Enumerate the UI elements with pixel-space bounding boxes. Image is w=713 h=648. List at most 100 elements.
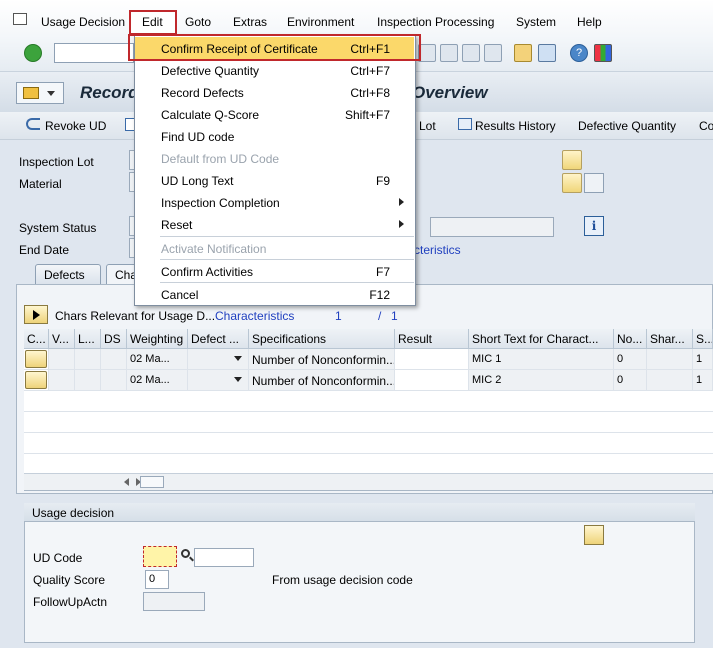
col-header-no[interactable]: No... [614, 329, 647, 349]
menu-item-record-defects[interactable]: Record Defects Ctrl+F8 [135, 81, 414, 103]
enter-check-icon[interactable] [24, 44, 42, 62]
cell-shar [647, 370, 693, 391]
cell-result[interactable] [395, 370, 469, 391]
edit-long-text-icon[interactable] [584, 525, 604, 545]
cell-short-text: MIC 1 [469, 349, 614, 370]
submenu-arrow-icon [399, 220, 404, 228]
menu-usage-decision[interactable]: Usage Decision [41, 15, 125, 29]
cell-ds [101, 370, 127, 391]
scroll-thumb[interactable] [140, 476, 164, 488]
system-status-label: System Status [19, 221, 97, 235]
cell-defect[interactable] [188, 349, 249, 370]
cell-l [75, 370, 101, 391]
ud-code-description-field[interactable] [194, 548, 254, 567]
quality-score-label: Quality Score [33, 573, 106, 587]
menu-item-find-ud-code[interactable]: Find UD code [135, 125, 414, 147]
customize-layout-icon[interactable] [594, 44, 612, 62]
material-label: Material [19, 177, 62, 191]
row-detail-icon[interactable] [25, 350, 47, 368]
menu-edit[interactable]: Edit [142, 15, 163, 29]
display-material-icon[interactable] [562, 173, 582, 193]
info-icon[interactable]: i [584, 216, 604, 236]
col-header-c[interactable]: C... [24, 329, 49, 349]
quality-score-value: 0 [149, 573, 156, 585]
system-menu-icon[interactable] [13, 13, 27, 25]
menu-item-ud-long-text[interactable]: UD Long Text F9 [135, 169, 414, 191]
menu-item-defective-quantity[interactable]: Defective Quantity Ctrl+F7 [135, 59, 414, 81]
expand-chars-button[interactable] [24, 305, 48, 324]
menu-extras[interactable]: Extras [233, 15, 267, 29]
create-session-icon[interactable] [514, 44, 532, 62]
cell-defect[interactable] [188, 370, 249, 391]
menu-item-shortcut: Ctrl+F8 [350, 86, 390, 100]
ud-code-field[interactable] [143, 546, 177, 567]
menu-inspection-processing[interactable]: Inspection Processing [377, 15, 494, 29]
col-header-weighting[interactable]: Weighting [127, 329, 188, 349]
table-hscrollbar[interactable] [24, 473, 713, 490]
menu-item-label: Defective Quantity [161, 64, 260, 78]
menu-environment[interactable]: Environment [287, 15, 354, 29]
menu-item-calculate-q-score[interactable]: Calculate Q-Score Shift+F7 [135, 103, 414, 125]
menu-item-label: Find UD code [161, 130, 235, 144]
last-page-icon[interactable] [484, 44, 502, 62]
menu-help[interactable]: Help [577, 15, 602, 29]
characteristics-link[interactable]: cteristics [414, 243, 461, 257]
page-title-left: Record [80, 83, 139, 102]
table-empty-rows [24, 391, 713, 473]
col-header-result[interactable]: Result [395, 329, 469, 349]
search-icon[interactable] [180, 548, 194, 562]
menu-item-reset[interactable]: Reset [135, 213, 414, 235]
followup-action-label: FollowUpActn [33, 595, 108, 609]
chars-relevant-label: Chars Relevant for Usage D... [55, 309, 216, 323]
results-history-icon [458, 118, 472, 130]
menu-item-shortcut: F9 [375, 174, 390, 188]
col-header-shar[interactable]: Shar... [647, 329, 693, 349]
results-history-button[interactable]: Results History [475, 119, 556, 133]
followup-action-field[interactable] [143, 592, 205, 611]
command-field[interactable] [54, 43, 134, 63]
shortcut-icon[interactable] [538, 44, 556, 62]
col-header-short-text[interactable]: Short Text for Charact... [469, 329, 614, 349]
col-header-v[interactable]: V... [49, 329, 75, 349]
revoke-ud-button[interactable]: Revoke UD [45, 119, 106, 133]
menu-item-cancel[interactable]: Cancel F12 [135, 283, 414, 305]
menu-item-label: UD Long Text [161, 174, 234, 188]
from-ud-code-text: From usage decision code [272, 573, 413, 587]
display-lot-icon[interactable] [562, 150, 582, 170]
cell-weighting: 02 Ma... [127, 370, 188, 391]
tab-defects[interactable]: Defects [35, 264, 101, 284]
cell-result[interactable] [395, 349, 469, 370]
col-header-defect[interactable]: Defect ... [188, 329, 249, 349]
more-button[interactable]: Co [699, 119, 713, 133]
ud-code-label: UD Code [33, 551, 83, 565]
menu-item-label: Default from UD Code [161, 152, 280, 166]
menu-item-shortcut: F12 [369, 288, 390, 302]
menu-item-label: Activate Notification [161, 242, 267, 256]
cell-short-text: MIC 2 [469, 370, 614, 391]
cell-l [75, 349, 101, 370]
col-header-ds[interactable]: DS [101, 329, 127, 349]
chars-page-current: 1 [335, 309, 342, 323]
col-header-l[interactable]: L... [75, 329, 101, 349]
menu-item-confirm-activities[interactable]: Confirm Activities F7 [135, 260, 414, 282]
defective-quantity-button[interactable]: Defective Quantity [578, 119, 676, 133]
next-page-icon[interactable] [462, 44, 480, 62]
menu-item-shortcut: Ctrl+F7 [350, 64, 390, 78]
col-header-s[interactable]: S... [693, 329, 713, 349]
previous-page-icon[interactable] [440, 44, 458, 62]
status-extra-field [430, 217, 554, 237]
menu-item-inspection-completion[interactable]: Inspection Completion [135, 191, 414, 213]
program-menu-icon[interactable] [16, 82, 64, 104]
cell-v [49, 370, 75, 391]
scroll-left-icon[interactable] [124, 478, 129, 486]
menu-goto[interactable]: Goto [185, 15, 211, 29]
row-detail-icon[interactable] [25, 371, 47, 389]
cell-shar [647, 349, 693, 370]
help-icon[interactable]: ? [570, 44, 588, 62]
menu-system[interactable]: System [516, 15, 556, 29]
material-doc-icon[interactable] [584, 173, 604, 193]
quality-score-field[interactable]: 0 [145, 570, 169, 589]
lot-button[interactable]: Lot [419, 119, 436, 133]
col-header-specifications[interactable]: Specifications [249, 329, 395, 349]
chars-link[interactable]: Characteristics [215, 309, 294, 323]
